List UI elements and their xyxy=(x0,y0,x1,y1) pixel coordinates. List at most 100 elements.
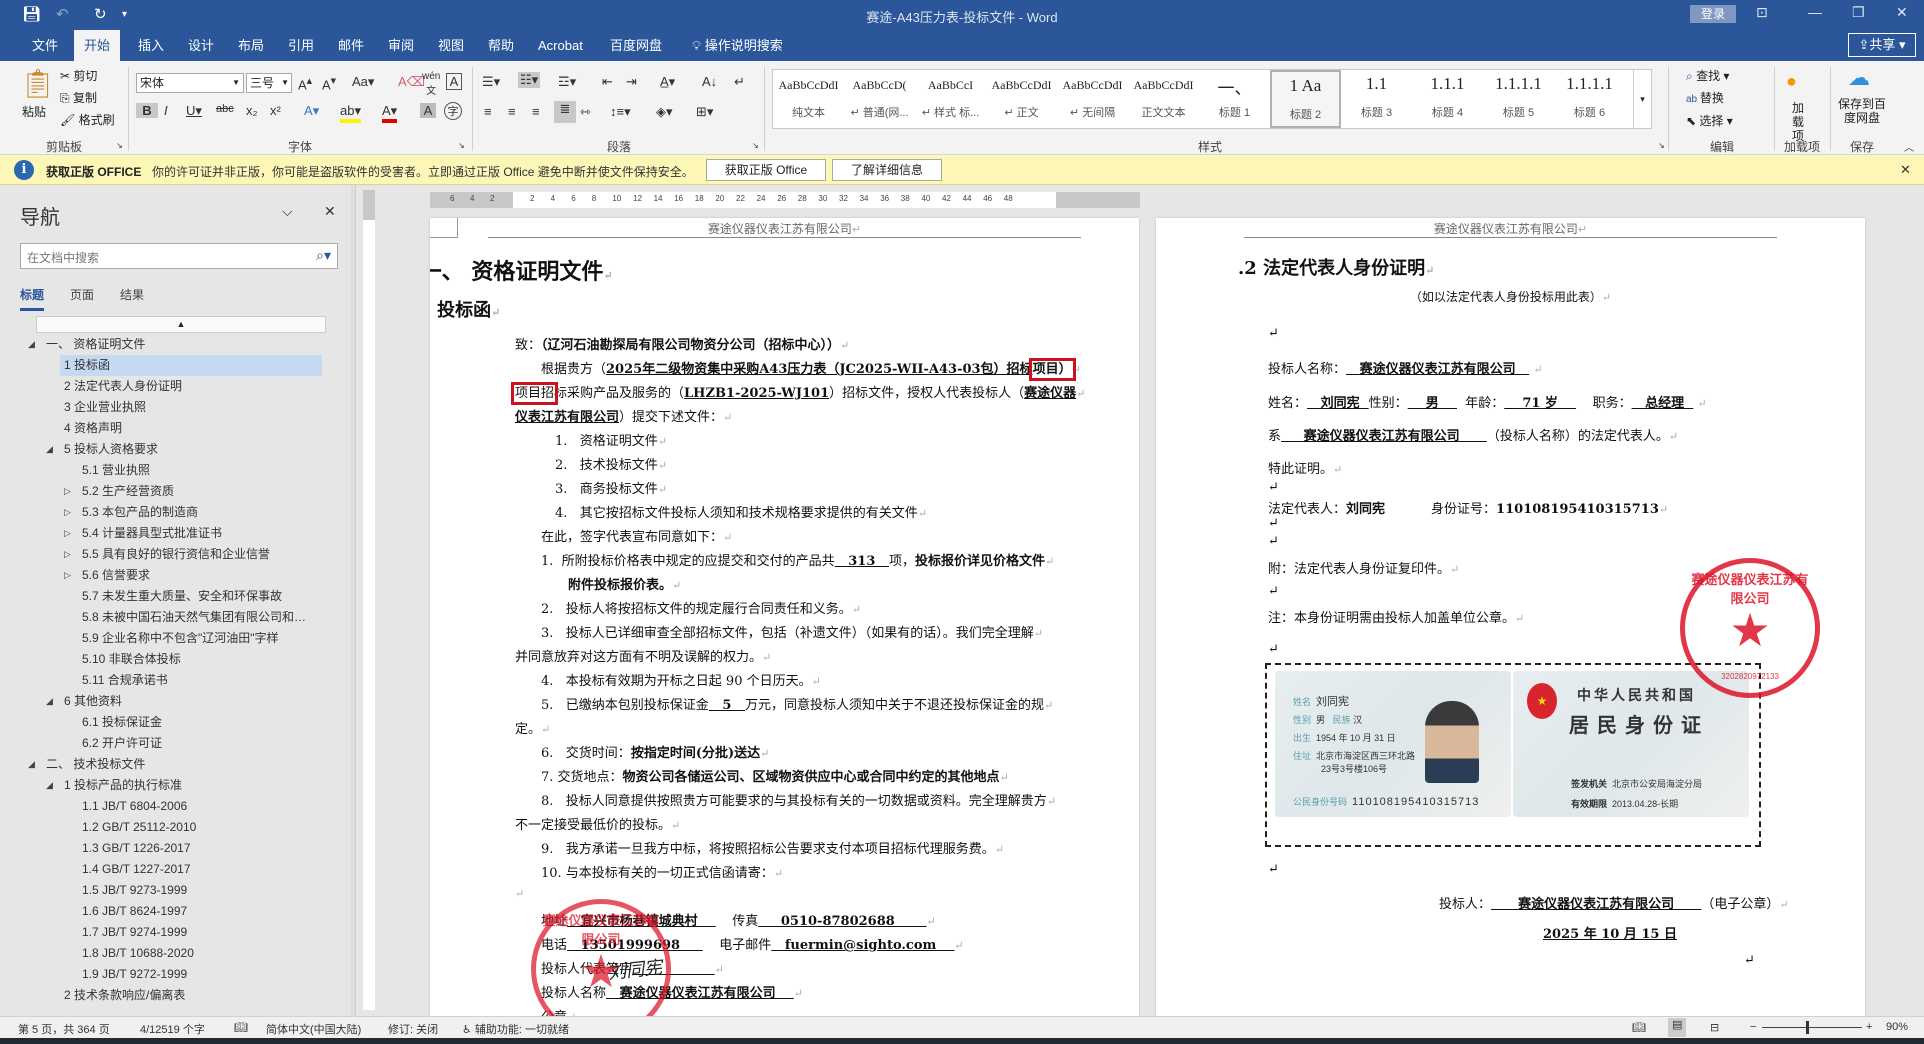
highlight-icon[interactable]: ab▾ xyxy=(340,103,361,123)
zoom-in-button[interactable]: + xyxy=(1866,1021,1872,1033)
collapsed-triangle-icon[interactable]: ▷ xyxy=(64,523,71,544)
collapsed-triangle-icon[interactable]: ▷ xyxy=(64,565,71,586)
replace-button[interactable]: ab 替换 xyxy=(1686,89,1724,106)
font-name-select[interactable]: 宋体 ▼ xyxy=(136,73,244,93)
font-size-select[interactable]: 三号 ▼ xyxy=(246,73,292,93)
style-item[interactable]: AaBbCcDdI ↵ 正文 xyxy=(986,70,1057,128)
chevron-down-icon[interactable]: ⌵ xyxy=(282,203,293,220)
horizontal-ruler[interactable]: 6 4 2 2 4 6 8 10 12 14 16 18 20 22 24 26 28 30 32 34 36 38 40 4… xyxy=(430,192,1140,208)
tell-me-search[interactable]: 💡︎ 操作说明搜索 xyxy=(682,30,793,61)
align-left-icon[interactable]: ≡ xyxy=(484,104,492,119)
gallery-more-icon[interactable]: ▾ xyxy=(1633,70,1651,128)
nav-heading-item[interactable]: 5.9 企业名称中不包含"辽河油田"字样 xyxy=(6,628,346,649)
borders-icon[interactable]: ⊞▾ xyxy=(696,104,713,120)
minimize-icon[interactable]: — xyxy=(1808,4,1822,20)
collapsed-triangle-icon[interactable]: ▷ xyxy=(64,502,71,523)
get-genuine-office-button[interactable]: 获取正版 Office xyxy=(706,159,826,181)
grow-font-icon[interactable]: A▴ xyxy=(298,74,312,92)
close-icon[interactable]: ✕ xyxy=(324,203,336,220)
proofing-icon[interactable]: 📖︎ xyxy=(234,1021,248,1034)
expanded-triangle-icon[interactable]: ◢ xyxy=(46,691,53,712)
nav-heading-item[interactable]: ◢ 一、 资格证明文件 xyxy=(6,334,346,355)
nav-heading-item[interactable]: 1.3 GB/T 1226-2017 xyxy=(6,838,346,859)
nav-heading-item[interactable]: ◢ 二、 技术投标文件 xyxy=(6,754,346,775)
tab-0[interactable]: 文件 xyxy=(22,30,68,61)
web-layout-icon[interactable]: ⊟ xyxy=(1710,1021,1719,1034)
dialog-launcher-icon[interactable]: ↘ xyxy=(752,141,759,150)
nav-heading-item[interactable]: 2 技术条款响应/偏离表 xyxy=(6,985,346,1006)
superscript-icon[interactable]: x² xyxy=(270,103,281,118)
tab-2[interactable]: 插入 xyxy=(128,30,174,61)
shading-icon[interactable]: ◈▾ xyxy=(656,104,673,120)
style-item[interactable]: 1.1 标题 3 xyxy=(1341,70,1412,128)
vertical-ruler[interactable] xyxy=(360,190,378,1016)
nav-heading-item[interactable]: ▷ 5.5 具有良好的银行资信和企业信誉 xyxy=(6,544,346,565)
nav-search-input[interactable]: 在文档中搜索 ⌕▾ xyxy=(20,243,338,269)
nav-heading-item[interactable]: 1.4 GB/T 1227-2017 xyxy=(6,859,346,880)
nav-heading-item[interactable]: 3 企业营业执照 xyxy=(6,397,346,418)
paste-button[interactable]: 粘贴 xyxy=(22,103,46,120)
tab-7[interactable]: 审阅 xyxy=(378,30,424,61)
zoom-slider[interactable] xyxy=(1762,1027,1862,1028)
document-page[interactable]: 赛途仪器仪表江苏有限公司↵ .一、 资格证明文件↵ .1 投标函↵ 致：（辽河石… xyxy=(430,218,1139,1018)
nav-heading-item[interactable]: 1.7 JB/T 9274-1999 xyxy=(6,922,346,943)
nav-heading-item[interactable]: ◢ 1 投标产品的执行标准 xyxy=(6,775,346,796)
save-to-baidu-button[interactable]: 保存到百度网盘 xyxy=(1836,97,1888,125)
enclose-characters-icon[interactable]: 字 xyxy=(444,102,462,120)
phonetic-guide-icon[interactable]: wén 文 xyxy=(422,71,440,97)
expanded-triangle-icon[interactable]: ◢ xyxy=(46,775,53,796)
ribbon-display-icon[interactable]: ⊡ xyxy=(1756,4,1768,21)
tab-4[interactable]: 布局 xyxy=(228,30,274,61)
tab-pages[interactable]: 页面 xyxy=(70,286,94,303)
select-button[interactable]: ⬉ 选择 ▾ xyxy=(1686,112,1733,129)
zoom-out-button[interactable]: − xyxy=(1750,1021,1756,1033)
zoom-level[interactable]: 90% xyxy=(1886,1021,1908,1033)
nav-heading-item[interactable]: ◢ 6 其他资料 xyxy=(6,691,346,712)
shrink-font-icon[interactable]: A▾ xyxy=(322,74,336,92)
cut-button[interactable]: ✂ 剪切 xyxy=(60,67,97,84)
nav-heading-item[interactable]: ▷ 5.3 本包产品的制造商 xyxy=(6,502,346,523)
expanded-triangle-icon[interactable]: ◢ xyxy=(28,334,35,355)
nav-heading-item[interactable]: 5.10 非联合体投标 xyxy=(6,649,346,670)
nav-heading-item[interactable]: ▷ 5.4 计量器具型式批准证书 xyxy=(6,523,346,544)
numbering-icon[interactable]: ☷▾ xyxy=(518,72,541,88)
align-right-icon[interactable]: ≡ xyxy=(532,104,540,119)
nav-heading-item[interactable]: 1.5 JB/T 9273-1999 xyxy=(6,880,346,901)
nav-heading-item[interactable]: 4 资格声明 xyxy=(6,418,346,439)
language[interactable]: 简体中文(中国大陆) xyxy=(266,1021,361,1037)
nav-heading-item[interactable]: ◢ 5 投标人资格要求 xyxy=(6,439,346,460)
paste-icon[interactable]: 📋︎ xyxy=(20,67,56,100)
tab-9[interactable]: 帮助 xyxy=(478,30,524,61)
style-item[interactable]: AaBbCcDdI 正文文本 xyxy=(1128,70,1199,128)
nav-heading-item[interactable]: 5.8 未被中国石油天然气集团有限公司和辽河... xyxy=(6,607,346,628)
nav-heading-item[interactable]: 1.8 JB/T 10688-2020 xyxy=(6,943,346,964)
line-spacing-icon[interactable]: ↕≡▾ xyxy=(610,104,631,120)
nav-heading-item[interactable]: 6.2 开户许可证 xyxy=(6,733,346,754)
collapsed-triangle-icon[interactable]: ▷ xyxy=(64,544,71,565)
collapsed-triangle-icon[interactable]: ▷ xyxy=(64,481,71,502)
search-icon[interactable]: ⌕▾ xyxy=(316,247,331,264)
addins-button[interactable]: 加载项 xyxy=(1788,101,1808,143)
read-mode-icon[interactable]: 📖︎ xyxy=(1632,1021,1646,1034)
nav-heading-item[interactable]: 1.6 JB/T 8624-1997 xyxy=(6,901,346,922)
clear-formatting-icon[interactable]: A⌫ xyxy=(398,74,425,90)
tab-3[interactable]: 设计 xyxy=(178,30,224,61)
asian-layout-icon[interactable]: A̲▾ xyxy=(660,74,675,90)
font-color-icon[interactable]: A▾ xyxy=(382,103,398,123)
style-item[interactable]: AaBbCcD(↵ 普通(网... xyxy=(844,70,915,128)
style-item[interactable]: AaBbCcI ↵ 样式 标... xyxy=(915,70,986,128)
document-page[interactable]: 赛途仪器仪表江苏有限公司↵ .2 法定代表人身份证明↵ （如以法定代表人身份投标… xyxy=(1156,218,1865,1018)
tab-headings[interactable]: 标题 xyxy=(20,286,45,311)
find-button[interactable]: ⌕ 查找 ▾ xyxy=(1686,67,1729,84)
distributed-icon[interactable]: ⇿ xyxy=(580,104,591,120)
style-item[interactable]: 1.1.1 标题 4 xyxy=(1412,70,1483,128)
accessibility-status[interactable]: ♿︎ 辅助功能: 一切就绪 xyxy=(462,1021,569,1037)
bold-icon[interactable]: B xyxy=(136,103,158,118)
nav-heading-item[interactable]: 6.1 投标保证金 xyxy=(6,712,346,733)
italic-icon[interactable]: I xyxy=(164,103,168,118)
change-case-icon[interactable]: Aa▾ xyxy=(352,74,374,90)
sort-icon[interactable]: A↓ xyxy=(702,74,717,89)
close-icon[interactable]: ✕ xyxy=(1900,162,1911,178)
scroll-to-top-button[interactable]: ▲ xyxy=(36,316,326,333)
tab-5[interactable]: 引用 xyxy=(278,30,324,61)
